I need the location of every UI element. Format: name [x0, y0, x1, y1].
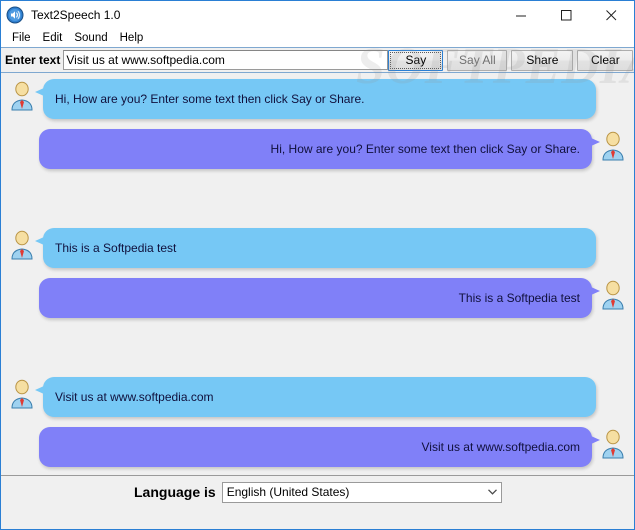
chevron-down-icon[interactable] [484, 483, 501, 502]
close-icon [606, 9, 617, 20]
avatar-icon [9, 81, 35, 111]
bottom-bar: Language is English (United States) [1, 476, 634, 508]
say-button-label: Say [405, 53, 427, 67]
avatar-icon [9, 230, 35, 260]
title-bar: Text2Speech 1.0 [1, 1, 634, 29]
window-controls [499, 1, 634, 29]
message-row: Hi, How are you? Enter some text then cl… [1, 79, 634, 125]
message-row: Visit us at www.softpedia.com [1, 427, 634, 473]
chat-transcript[interactable]: Hi, How are you? Enter some text then cl… [1, 73, 634, 476]
share-button[interactable]: Share [511, 49, 574, 71]
avatar-icon [600, 280, 626, 310]
message-row: Hi, How are you? Enter some text then cl… [1, 129, 634, 175]
avatar-icon [600, 429, 626, 459]
message-row: This is a Softpedia test [1, 278, 634, 324]
share-button-label: Share [526, 53, 559, 67]
chat-bubble-text: Visit us at www.softpedia.com [421, 440, 580, 454]
menu-item-file[interactable]: File [6, 30, 37, 47]
application-window: Text2Speech 1.0 File Edit Sound Help Ent… [0, 0, 635, 530]
say-all-button-label: Say All [459, 53, 496, 67]
clear-button-label: Clear [591, 53, 620, 67]
avatar-icon [9, 379, 35, 409]
text-input[interactable] [63, 50, 389, 70]
chat-gap [1, 175, 634, 228]
message-row: This is a Softpedia test [1, 228, 634, 274]
language-label: Language is [134, 484, 216, 500]
language-select-value: English (United States) [226, 485, 350, 499]
maximize-icon [561, 9, 572, 20]
say-all-button[interactable]: Say All [447, 49, 508, 71]
chat-bubble-incoming: Hi, How are you? Enter some text then cl… [35, 79, 596, 119]
chat-gap [1, 324, 634, 377]
minimize-icon [516, 15, 526, 16]
chat-bubble-incoming: This is a Softpedia test [35, 228, 596, 268]
chat-bubble-text: This is a Softpedia test [55, 241, 177, 255]
close-button[interactable] [589, 1, 634, 29]
chat-bubble-text: Hi, How are you? Enter some text then cl… [55, 92, 365, 106]
clear-button[interactable]: Clear [577, 49, 634, 71]
message-row: Visit us at www.softpedia.com [1, 377, 634, 423]
chat-bubble-outgoing: This is a Softpedia test [39, 278, 600, 318]
chat-bubble-text: Visit us at www.softpedia.com [55, 390, 214, 404]
speaker-icon [6, 6, 24, 24]
minimize-button[interactable] [499, 1, 544, 29]
menu-bar: File Edit Sound Help [1, 29, 634, 47]
chat-bubble-text: This is a Softpedia test [458, 291, 580, 305]
language-select[interactable]: English (United States) [221, 481, 502, 503]
chat-bubble-text: Hi, How are you? Enter some text then cl… [270, 142, 580, 156]
menu-item-edit[interactable]: Edit [37, 30, 69, 47]
menu-item-help[interactable]: Help [114, 30, 150, 47]
window-title: Text2Speech 1.0 [31, 8, 121, 22]
chat-bubble-outgoing: Hi, How are you? Enter some text then cl… [39, 129, 600, 169]
say-button[interactable]: Say [388, 49, 444, 71]
enter-text-label: Enter text [5, 53, 61, 67]
maximize-button[interactable] [544, 1, 589, 29]
toolbar: Enter text Say Say All Share Clear [1, 47, 634, 73]
menu-item-sound[interactable]: Sound [68, 30, 113, 47]
chat-bubble-incoming: Visit us at www.softpedia.com [35, 377, 596, 417]
avatar-icon [600, 131, 626, 161]
chat-bubble-outgoing: Visit us at www.softpedia.com [39, 427, 600, 467]
